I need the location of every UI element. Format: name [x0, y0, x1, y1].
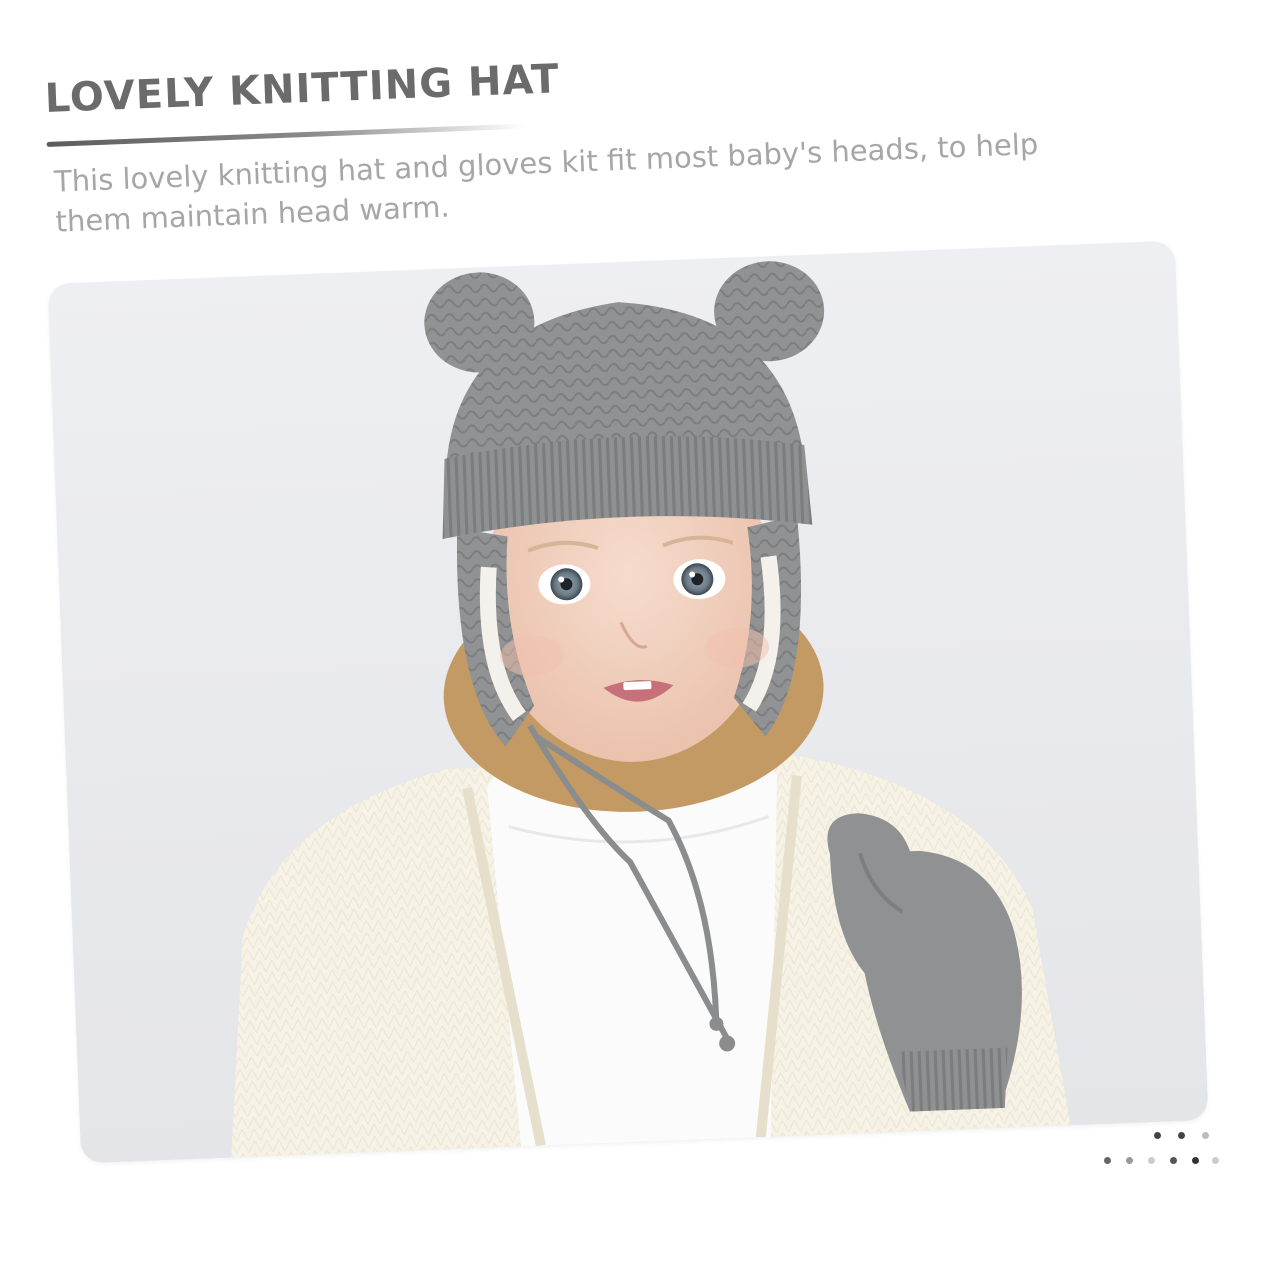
pagination-dot — [1170, 1157, 1177, 1164]
pagination-dots — [1100, 1130, 1230, 1170]
product-photo — [47, 240, 1209, 1164]
pagination-dot — [1148, 1157, 1155, 1164]
child-wearing-knit-hat-illustration — [231, 261, 1071, 1158]
pagination-dot — [1178, 1132, 1185, 1139]
pagination-dot — [1104, 1157, 1111, 1164]
title-underline — [46, 123, 527, 147]
description-text: This lovely knitting hat and gloves kit … — [53, 126, 1039, 239]
pagination-dot — [1192, 1157, 1199, 1164]
pagination-dot — [1212, 1157, 1219, 1164]
pagination-dot — [1154, 1132, 1161, 1139]
pagination-dot — [1126, 1157, 1133, 1164]
header-block: LOVELY KNITTING HAT This lovely knitting… — [44, 38, 1050, 246]
pagination-dot — [1202, 1132, 1209, 1139]
page-title: LOVELY KNITTING HAT — [44, 56, 561, 122]
